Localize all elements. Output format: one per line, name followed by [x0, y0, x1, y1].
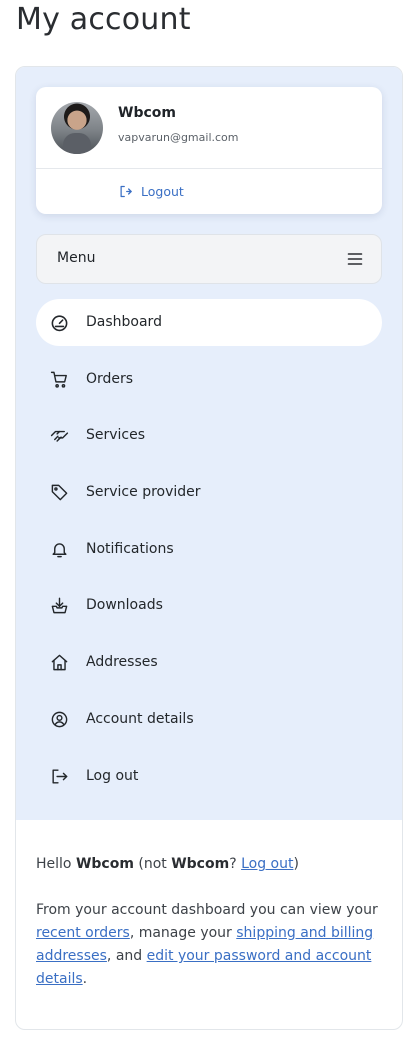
user-card: Wbcom vapvarun@gmail.com Logout: [36, 87, 382, 214]
logout-button[interactable]: Logout: [118, 182, 184, 200]
logout-icon: [120, 185, 132, 197]
nav-item-addresses[interactable]: Addresses: [36, 639, 382, 686]
dashboard-icon: [50, 313, 69, 332]
handshake-icon: [50, 426, 69, 445]
nav-label: Orders: [86, 370, 134, 387]
nav-item-service-provider[interactable]: Service provider: [36, 469, 382, 516]
bell-icon: [50, 540, 69, 559]
nav-list: Dashboard Orders Services Service provid…: [36, 299, 382, 809]
nav-item-log-out[interactable]: Log out: [36, 753, 382, 800]
greeting-text: Hello Wbcom (not Wbcom? Log out): [36, 853, 384, 876]
logout-link[interactable]: Log out: [241, 856, 293, 872]
text: , and: [106, 948, 143, 964]
user-email: vapvarun@gmail.com: [118, 131, 239, 144]
nav-label: Log out: [86, 767, 139, 784]
nav-label: Downloads: [86, 597, 163, 614]
nav-item-notifications[interactable]: Notifications: [36, 526, 382, 573]
nav-item-account-details[interactable]: Account details: [36, 696, 382, 743]
nav-item-services[interactable]: Services: [36, 412, 382, 459]
logout-icon: [50, 767, 69, 786]
account-container: Wbcom vapvarun@gmail.com Logout Menu Das…: [15, 66, 403, 1030]
text: (not: [138, 856, 167, 872]
nav-item-downloads[interactable]: Downloads: [36, 582, 382, 629]
text: From your account dashboard you can view…: [36, 902, 378, 918]
nav-label: Account details: [86, 710, 194, 727]
text: Hello: [36, 856, 72, 872]
text: .: [82, 971, 88, 987]
text: ?: [229, 856, 237, 872]
dashboard-content: Hello Wbcom (not Wbcom? Log out) From yo…: [36, 853, 384, 1014]
menu-toggle[interactable]: Menu: [36, 234, 382, 284]
dashboard-intro: From your account dashboard you can view…: [36, 899, 384, 991]
text: , manage your: [129, 925, 232, 941]
username-bold: Wbcom: [171, 856, 230, 872]
user-circle-icon: [50, 710, 69, 729]
cart-icon: [50, 370, 69, 389]
nav-label: Notifications: [86, 540, 174, 557]
home-icon: [50, 653, 69, 672]
nav-item-dashboard[interactable]: Dashboard: [36, 299, 382, 346]
page-title: My account: [16, 2, 191, 37]
nav-item-orders[interactable]: Orders: [36, 356, 382, 403]
download-icon: [50, 596, 69, 615]
logout-label: Logout: [141, 183, 184, 199]
menu-label: Menu: [57, 250, 96, 266]
text: ): [293, 856, 299, 872]
recent-orders-link[interactable]: recent orders: [36, 925, 130, 941]
username-bold: Wbcom: [75, 856, 134, 872]
nav-label: Service provider: [86, 484, 201, 501]
nav-label: Services: [86, 427, 146, 444]
divider: [36, 168, 382, 169]
account-navigation: Wbcom vapvarun@gmail.com Logout Menu Das…: [16, 67, 402, 820]
nav-label: Dashboard: [86, 314, 162, 330]
user-name: Wbcom: [118, 105, 176, 121]
nav-label: Addresses: [86, 654, 158, 671]
avatar[interactable]: [51, 102, 103, 154]
hamburger-icon: [347, 253, 363, 265]
tag-icon: [50, 483, 69, 502]
